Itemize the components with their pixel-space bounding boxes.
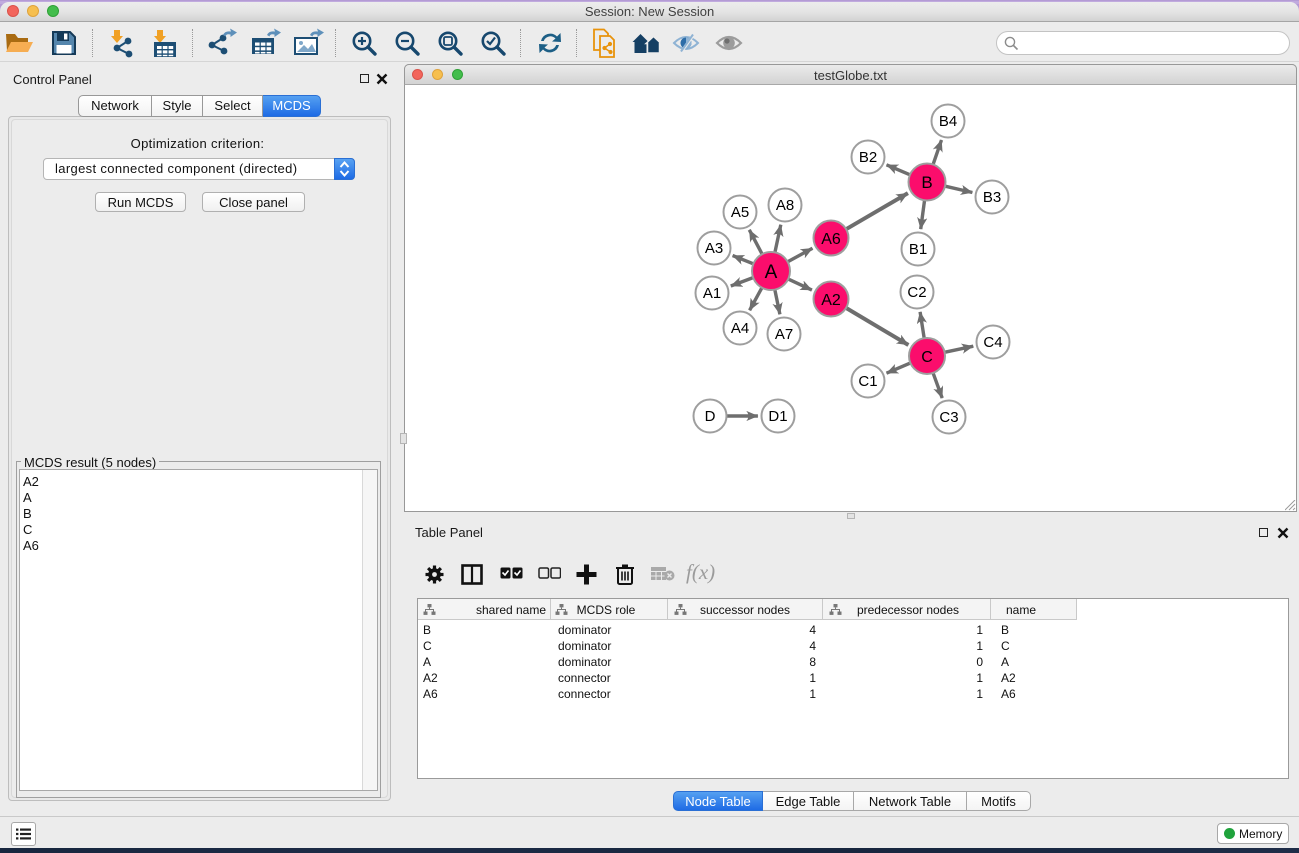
svg-text:C1: C1	[858, 373, 877, 390]
svg-text:B4: B4	[939, 113, 957, 130]
svg-text:D1: D1	[768, 408, 787, 425]
svg-text:B: B	[921, 173, 932, 192]
svg-text:D: D	[705, 408, 716, 425]
svg-text:B3: B3	[983, 189, 1001, 206]
svg-text:C4: C4	[983, 334, 1002, 351]
svg-text:C2: C2	[907, 284, 926, 301]
svg-text:A2: A2	[821, 292, 841, 309]
svg-text:A1: A1	[703, 285, 721, 302]
svg-text:C: C	[921, 349, 933, 366]
svg-text:A: A	[765, 262, 778, 283]
svg-text:A5: A5	[731, 204, 749, 221]
svg-text:A3: A3	[705, 240, 723, 257]
svg-text:B2: B2	[859, 149, 877, 166]
svg-text:C3: C3	[939, 409, 958, 426]
svg-text:A4: A4	[731, 320, 749, 337]
svg-text:A6: A6	[821, 231, 841, 248]
svg-text:A8: A8	[776, 197, 794, 214]
svg-text:A7: A7	[775, 326, 793, 343]
svg-text:B1: B1	[909, 241, 927, 258]
